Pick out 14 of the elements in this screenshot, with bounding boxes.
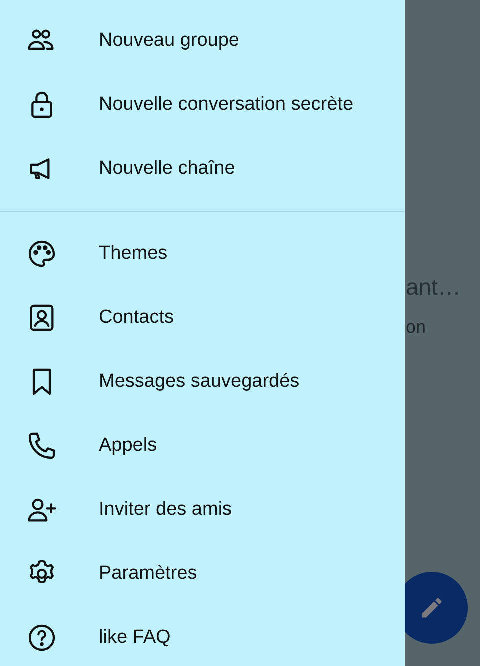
menu-item[interactable]: Messages sauvegardés	[0, 350, 405, 414]
menu-item[interactable]: like FAQ	[0, 606, 405, 666]
chat-subtitle: on	[406, 317, 426, 338]
menu-item[interactable]: Inviter des amis	[0, 478, 405, 542]
menu-item[interactable]: Nouvelle conversation secrète	[0, 73, 405, 137]
menu-item[interactable]: Nouvelle chaîne	[0, 137, 405, 201]
menu-item[interactable]: Nouveau groupe	[0, 9, 405, 73]
menu-item[interactable]: Appels	[0, 414, 405, 478]
menu-item[interactable]: Paramètres	[0, 542, 405, 606]
menu-item[interactable]: Themes	[0, 222, 405, 286]
phone-icon	[26, 430, 58, 462]
menu-item[interactable]: Contacts	[0, 286, 405, 350]
palette-icon	[26, 238, 58, 270]
help-icon	[26, 622, 58, 654]
